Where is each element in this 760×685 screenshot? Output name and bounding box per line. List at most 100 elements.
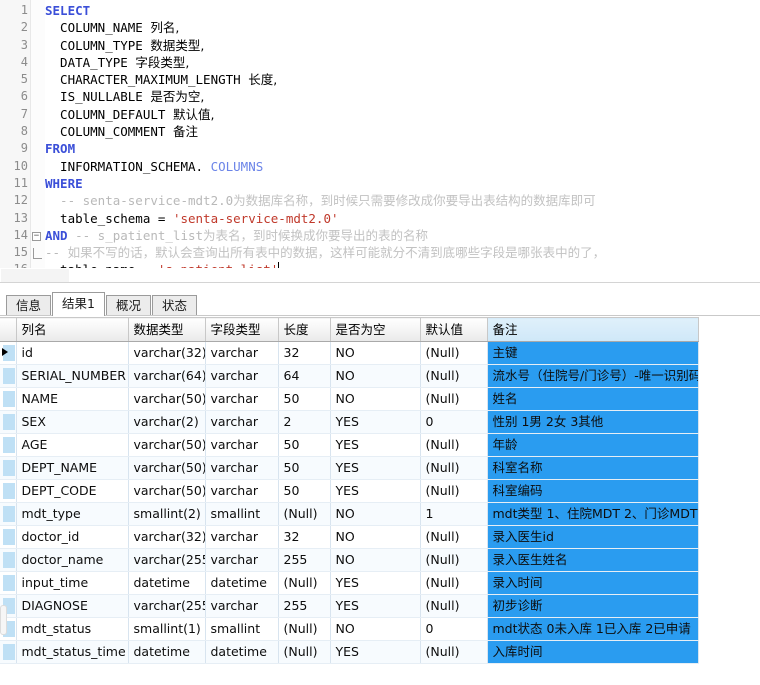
table-cell[interactable]: YES <box>330 640 421 664</box>
table-cell[interactable]: 50 <box>278 433 331 457</box>
table-row[interactable]: doctor_id varchar(32) varchar 32 NO (Null) 录入医… <box>0 525 699 549</box>
table-cell[interactable]: 年龄 <box>487 433 699 457</box>
code-line[interactable]: 15 -- 如果不写的话，默认会查询出所有表中的数据，这样可能就分不清到底哪些字段… <box>0 244 760 261</box>
table-cell[interactable]: 流水号（住院号/门诊号）-唯一识别码( <box>487 364 699 388</box>
table-cell[interactable]: 50 <box>278 456 331 480</box>
table-cell[interactable]: 0 <box>420 617 488 641</box>
table-cell[interactable]: varchar <box>205 525 279 549</box>
table-cell[interactable]: varchar <box>205 410 279 434</box>
table-cell[interactable]: 主键 <box>487 341 699 365</box>
table-cell[interactable]: varchar(64) <box>128 364 206 388</box>
table-cell[interactable]: mdt类型 1、住院MDT 2、门诊MDT <box>487 502 699 526</box>
table-cell[interactable]: 科室名称 <box>487 456 699 480</box>
table-cell[interactable]: mdt_status_time <box>16 640 129 664</box>
column-header[interactable]: 备注 <box>487 317 699 342</box>
table-cell[interactable]: 初步诊断 <box>487 594 699 618</box>
table-cell[interactable]: 1 <box>420 502 488 526</box>
table-cell[interactable]: (Null) <box>278 502 331 526</box>
table-cell[interactable]: SERIAL_NUMBER <box>16 364 129 388</box>
table-cell[interactable]: varchar(255) <box>128 548 206 572</box>
result-tab[interactable]: 概况 <box>105 295 151 316</box>
table-cell[interactable]: 50 <box>278 387 331 411</box>
row-marker[interactable] <box>0 479 17 503</box>
table-row[interactable]: AGE varchar(50) varchar 50 YES (Null) 年龄 <box>0 433 699 457</box>
table-row[interactable]: input_time datetime datetime (Null) YES (Null… <box>0 571 699 595</box>
table-cell[interactable]: mdt_type <box>16 502 129 526</box>
table-cell[interactable]: varchar(2) <box>128 410 206 434</box>
table-cell[interactable]: 64 <box>278 364 331 388</box>
row-marker[interactable] <box>0 640 17 664</box>
table-cell[interactable]: datetime <box>128 571 206 595</box>
column-header[interactable]: 列名 <box>16 317 129 342</box>
table-cell[interactable]: smallint(1) <box>128 617 206 641</box>
table-cell[interactable]: varchar <box>205 594 279 618</box>
table-cell[interactable]: YES <box>330 410 421 434</box>
table-cell[interactable]: NO <box>330 548 421 572</box>
table-cell[interactable]: varchar(50) <box>128 479 206 503</box>
table-cell[interactable]: DEPT_NAME <box>16 456 129 480</box>
editor-hscroll-thumb[interactable] <box>1 269 69 282</box>
table-cell[interactable]: NO <box>330 617 421 641</box>
table-cell[interactable]: 录入医生姓名 <box>487 548 699 572</box>
table-cell[interactable]: YES <box>330 433 421 457</box>
table-cell[interactable]: doctor_name <box>16 548 129 572</box>
row-marker[interactable] <box>0 502 17 526</box>
table-cell[interactable]: (Null) <box>420 548 488 572</box>
table-cell[interactable]: varchar <box>205 341 279 365</box>
row-marker[interactable] <box>0 433 17 457</box>
table-cell[interactable]: varchar <box>205 364 279 388</box>
row-marker[interactable] <box>0 525 17 549</box>
column-header[interactable]: 数据类型 <box>128 317 206 342</box>
table-cell[interactable]: 32 <box>278 341 331 365</box>
column-header[interactable]: 默认值 <box>420 317 488 342</box>
table-cell[interactable]: 50 <box>278 479 331 503</box>
table-cell[interactable]: smallint <box>205 617 279 641</box>
table-cell[interactable]: 255 <box>278 548 331 572</box>
table-cell[interactable]: (Null) <box>420 571 488 595</box>
table-cell[interactable]: varchar <box>205 479 279 503</box>
table-cell[interactable]: 32 <box>278 525 331 549</box>
table-cell[interactable]: varchar(50) <box>128 387 206 411</box>
table-cell[interactable]: varchar(32) <box>128 341 206 365</box>
table-cell[interactable]: NO <box>330 525 421 549</box>
table-cell[interactable]: (Null) <box>420 364 488 388</box>
table-cell[interactable]: (Null) <box>420 456 488 480</box>
table-cell[interactable]: DEPT_CODE <box>16 479 129 503</box>
table-cell[interactable]: 性别 1男 2女 3其他 <box>487 410 699 434</box>
table-cell[interactable]: NO <box>330 364 421 388</box>
table-cell[interactable]: 科室编码 <box>487 479 699 503</box>
table-cell[interactable]: YES <box>330 456 421 480</box>
grid-vertical-scroll-handle[interactable] <box>0 605 7 635</box>
code-line[interactable]: 11 WHERE <box>0 175 760 192</box>
table-cell[interactable]: NAME <box>16 387 129 411</box>
table-cell[interactable]: datetime <box>205 571 279 595</box>
table-cell[interactable]: mdt状态 0未入库 1已入库 2已申请 <box>487 617 699 641</box>
row-marker[interactable] <box>0 548 17 572</box>
table-cell[interactable]: doctor_id <box>16 525 129 549</box>
sql-code-area[interactable]: 1 SELECT 2 COLUMN_NAME 列名, 3 COLUMN_TYPE 数据… <box>0 2 760 279</box>
table-cell[interactable]: (Null) <box>278 617 331 641</box>
column-header[interactable]: 字段类型 <box>205 317 279 342</box>
result-grid[interactable]: 列名 数据类型 字段类型 长度 是否为空 默认值 备注 id varchar(32) varch… <box>0 317 760 685</box>
table-cell[interactable]: varchar <box>205 387 279 411</box>
row-marker[interactable] <box>0 387 17 411</box>
code-line[interactable]: 4 DATA_TYPE 字段类型, <box>0 54 760 71</box>
table-cell[interactable]: NO <box>330 341 421 365</box>
code-line[interactable]: 8 COLUMN_COMMENT 备注 <box>0 123 760 140</box>
code-line[interactable]: 10 INFORMATION_SCHEMA. COLUMNS <box>0 158 760 175</box>
editor-horizontal-scrollbar[interactable] <box>0 268 760 282</box>
table-row[interactable]: mdt_status_time datetime datetime (Null) YES… <box>0 640 699 664</box>
table-cell[interactable]: (Null) <box>278 640 331 664</box>
table-row[interactable]: doctor_namevarchar(255)varchar255NO(Null… <box>0 548 699 572</box>
table-cell[interactable]: 0 <box>420 410 488 434</box>
column-header[interactable]: 长度 <box>278 317 331 342</box>
table-cell[interactable]: mdt_status <box>16 617 129 641</box>
code-line[interactable]: 7 COLUMN_DEFAULT 默认值, <box>0 106 760 123</box>
fold-marker[interactable]: − <box>28 227 45 244</box>
table-row[interactable]: mdt_type smallint(2) smallint (Null) NO 1 mdt类… <box>0 502 699 526</box>
fold-collapse-icon[interactable]: − <box>32 231 41 241</box>
code-line[interactable]: 1 SELECT <box>0 2 760 19</box>
table-cell[interactable]: (Null) <box>278 571 331 595</box>
code-line[interactable]: 5 CHARACTER_MAXIMUM_LENGTH 长度, <box>0 71 760 88</box>
table-cell[interactable]: (Null) <box>420 640 488 664</box>
